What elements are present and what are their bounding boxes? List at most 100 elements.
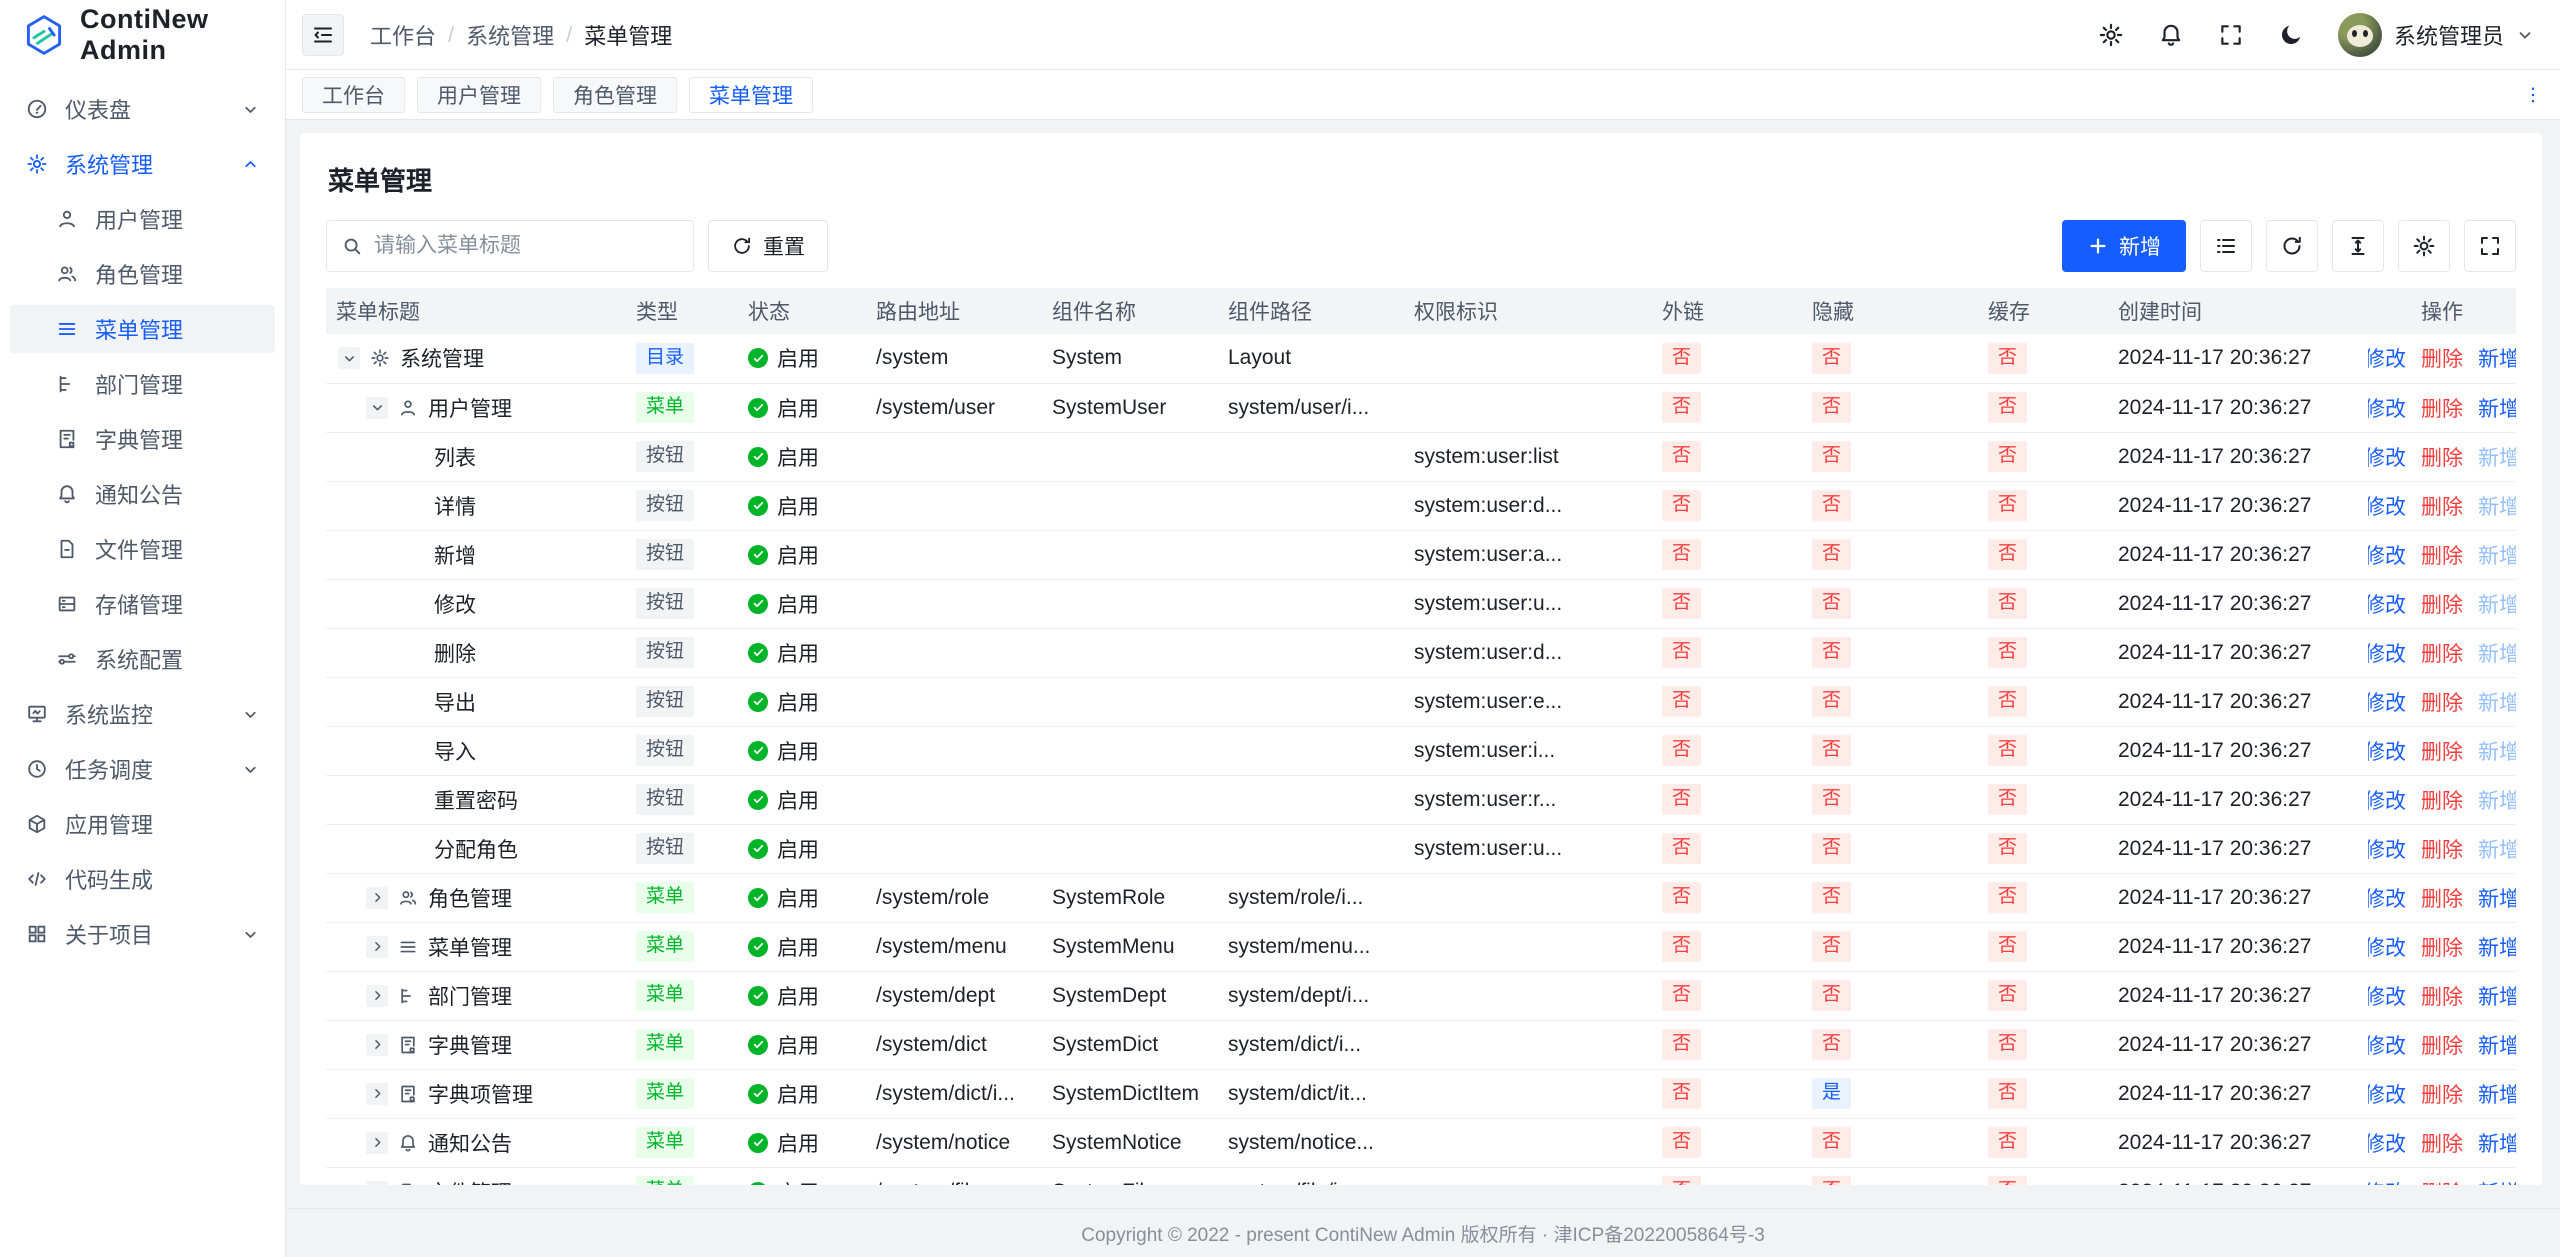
modify-link[interactable]: 修改: [2368, 343, 2406, 373]
chev-right-icon: [370, 988, 385, 1003]
settings-button[interactable]: [2098, 22, 2124, 48]
menu-title-wrap: 部门管理: [336, 981, 616, 1011]
search-icon: [341, 235, 363, 257]
sidebar-item-仪表盘[interactable]: 仪表盘: [10, 85, 275, 133]
sidebar-item-关于项目[interactable]: 关于项目: [10, 910, 275, 958]
row-actions: 修改删除新增: [2378, 442, 2506, 472]
modify-link[interactable]: 修改: [2368, 393, 2406, 423]
delete-link[interactable]: 删除: [2421, 638, 2463, 668]
breadcrumb-item-系统管理[interactable]: 系统管理: [466, 19, 554, 51]
breadcrumb-item-工作台[interactable]: 工作台: [370, 19, 436, 51]
notifications-button[interactable]: [2158, 22, 2184, 48]
file-icon: [398, 1182, 418, 1186]
add-link[interactable]: 新增: [2478, 981, 2516, 1011]
check-icon: [748, 643, 768, 663]
sidebar-item-用户管理[interactable]: 用户管理: [10, 195, 275, 243]
sidebar-item-系统监控[interactable]: 系统监控: [10, 690, 275, 738]
modify-link[interactable]: 修改: [2368, 589, 2406, 619]
table-fullscreen-button[interactable]: [2464, 220, 2516, 272]
add-link[interactable]: 新增: [2478, 343, 2516, 373]
tab-角色管理[interactable]: 角色管理: [553, 77, 677, 113]
modify-link[interactable]: 修改: [2368, 785, 2406, 815]
type-badge: 目录: [636, 343, 694, 374]
tab-menu-button[interactable]: [2522, 84, 2544, 106]
modify-link[interactable]: 修改: [2368, 491, 2406, 521]
modify-link[interactable]: 修改: [2368, 834, 2406, 864]
delete-link[interactable]: 删除: [2421, 589, 2463, 619]
tree-toggle[interactable]: [366, 1034, 388, 1056]
modify-link[interactable]: 修改: [2368, 540, 2406, 570]
delete-link[interactable]: 删除: [2421, 1177, 2463, 1186]
add-link[interactable]: 新增: [2478, 1030, 2516, 1060]
add-link[interactable]: 新增: [2478, 393, 2516, 423]
add-link[interactable]: 新增: [2478, 1079, 2516, 1109]
delete-link[interactable]: 删除: [2421, 540, 2463, 570]
refresh-table-button[interactable]: [2266, 220, 2318, 272]
sidebar-collapse-button[interactable]: [302, 14, 344, 56]
add-link[interactable]: 新增: [2478, 883, 2516, 913]
sidebar-item-任务调度[interactable]: 任务调度: [10, 745, 275, 793]
modify-link[interactable]: 修改: [2368, 932, 2406, 962]
sidebar-item-文件管理[interactable]: 文件管理: [10, 525, 275, 573]
delete-link[interactable]: 删除: [2421, 834, 2463, 864]
add-link[interactable]: 新增: [2478, 1128, 2516, 1158]
tab-菜单管理[interactable]: 菜单管理: [689, 77, 813, 113]
sidebar-item-系统配置[interactable]: 系统配置: [10, 635, 275, 683]
sidebar-item-菜单管理[interactable]: 菜单管理: [10, 305, 275, 353]
delete-link[interactable]: 删除: [2421, 883, 2463, 913]
sidebar-item-通知公告[interactable]: 通知公告: [10, 470, 275, 518]
sidebar-item-存储管理[interactable]: 存储管理: [10, 580, 275, 628]
tab-用户管理[interactable]: 用户管理: [417, 77, 541, 113]
delete-link[interactable]: 删除: [2421, 442, 2463, 472]
delete-link[interactable]: 删除: [2421, 1128, 2463, 1158]
cache-badge: 否: [1988, 1127, 2027, 1158]
modify-link[interactable]: 修改: [2368, 1177, 2406, 1186]
delete-link[interactable]: 删除: [2421, 736, 2463, 766]
tab-工作台[interactable]: 工作台: [302, 77, 405, 113]
delete-link[interactable]: 删除: [2421, 393, 2463, 423]
delete-link[interactable]: 删除: [2421, 932, 2463, 962]
delete-link[interactable]: 删除: [2421, 491, 2463, 521]
expand-rows-button[interactable]: [2200, 220, 2252, 272]
modify-link[interactable]: 修改: [2368, 1030, 2406, 1060]
modify-link[interactable]: 修改: [2368, 687, 2406, 717]
tree-toggle[interactable]: [366, 1083, 388, 1105]
cell-cache: 否: [1978, 677, 2108, 726]
delete-link[interactable]: 删除: [2421, 785, 2463, 815]
delete-link[interactable]: 删除: [2421, 981, 2463, 1011]
dark-mode-toggle[interactable]: [2278, 22, 2304, 48]
tree-toggle[interactable]: [366, 1132, 388, 1154]
delete-link[interactable]: 删除: [2421, 1079, 2463, 1109]
search-input[interactable]: [374, 234, 679, 258]
tree-toggle[interactable]: [366, 936, 388, 958]
user-menu[interactable]: 系统管理员: [2338, 13, 2534, 57]
delete-link[interactable]: 删除: [2421, 1030, 2463, 1060]
reset-button[interactable]: 重置: [708, 220, 828, 272]
modify-link[interactable]: 修改: [2368, 1128, 2406, 1158]
fullscreen-button[interactable]: [2218, 22, 2244, 48]
modify-link[interactable]: 修改: [2368, 638, 2406, 668]
modify-link[interactable]: 修改: [2368, 736, 2406, 766]
tree-toggle[interactable]: [366, 985, 388, 1007]
modify-link[interactable]: 修改: [2368, 883, 2406, 913]
column-settings-button[interactable]: [2398, 220, 2450, 272]
sidebar-item-代码生成[interactable]: 代码生成: [10, 855, 275, 903]
sidebar-item-角色管理[interactable]: 角色管理: [10, 250, 275, 298]
tree-toggle[interactable]: [366, 397, 388, 419]
tree-toggle[interactable]: [366, 887, 388, 909]
sidebar-item-字典管理[interactable]: 字典管理: [10, 415, 275, 463]
tree-toggle[interactable]: [338, 347, 360, 369]
modify-link[interactable]: 修改: [2368, 442, 2406, 472]
delete-link[interactable]: 删除: [2421, 687, 2463, 717]
add-link[interactable]: 新增: [2478, 932, 2516, 962]
delete-link[interactable]: 删除: [2421, 343, 2463, 373]
row-height-button[interactable]: [2332, 220, 2384, 272]
sidebar-item-部门管理[interactable]: 部门管理: [10, 360, 275, 408]
modify-link[interactable]: 修改: [2368, 981, 2406, 1011]
sidebar-item-应用管理[interactable]: 应用管理: [10, 800, 275, 848]
add-link[interactable]: 新增: [2478, 1177, 2516, 1186]
modify-link[interactable]: 修改: [2368, 1079, 2406, 1109]
add-button[interactable]: 新增: [2062, 220, 2186, 272]
tree-toggle[interactable]: [366, 1181, 388, 1186]
sidebar-item-系统管理[interactable]: 系统管理: [10, 140, 275, 188]
